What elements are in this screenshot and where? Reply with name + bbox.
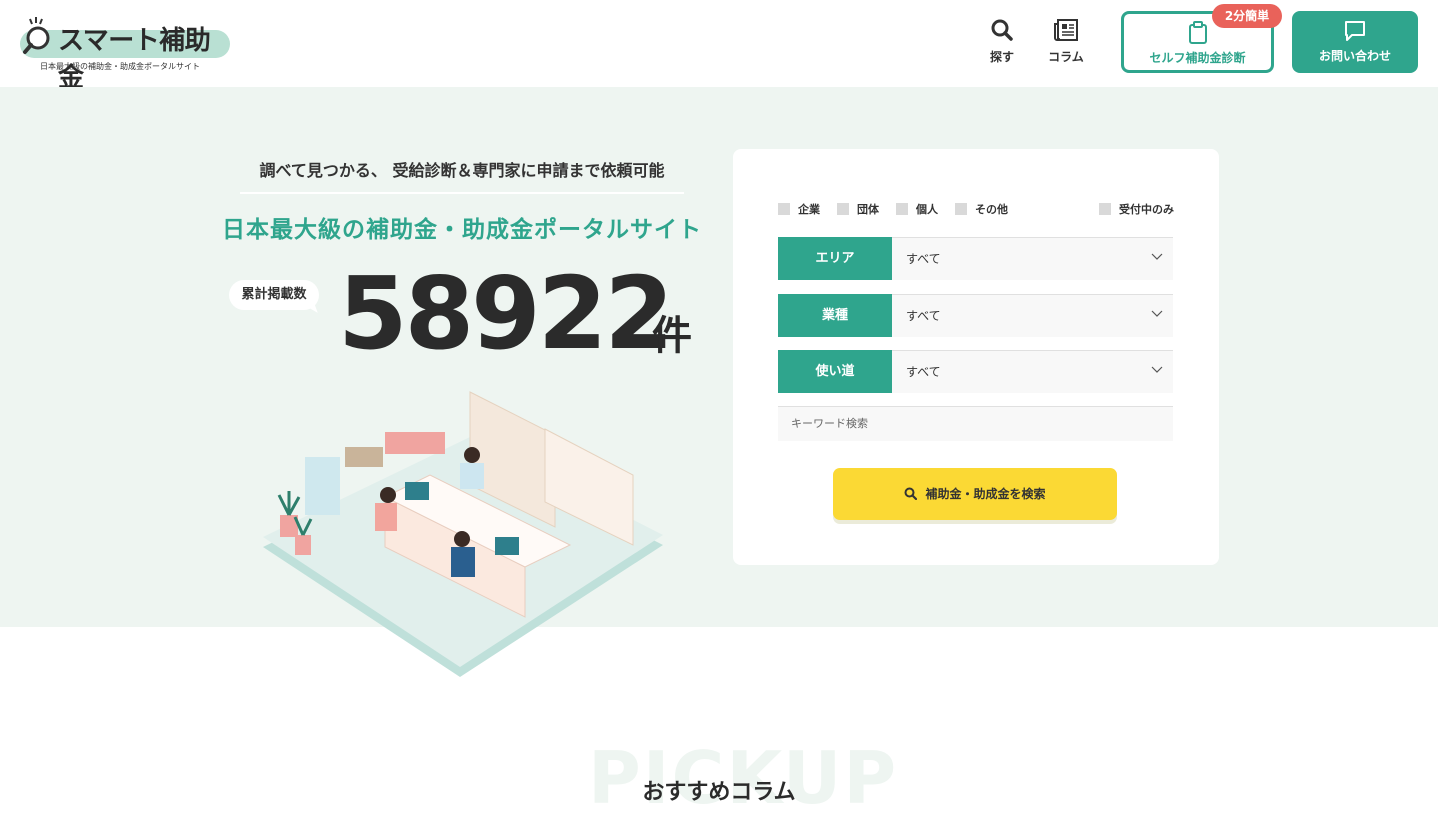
filter-tag: エリア xyxy=(778,237,892,280)
contact-button[interactable]: お問い合わせ xyxy=(1292,11,1418,73)
search-button[interactable]: 補助金・助成金を検索 xyxy=(833,468,1117,520)
checkbox-box[interactable] xyxy=(896,203,908,215)
office-illustration xyxy=(263,391,663,677)
usage-filter[interactable]: 使い道 すべて xyxy=(778,350,1173,394)
contact-label: お問い合わせ xyxy=(1318,49,1391,63)
hero-section: 調べて見つかる、 受給診断＆専門家に申請まで依頼可能 日本最大級の補助金・助成金… xyxy=(0,87,1438,677)
select-value: すべて xyxy=(906,252,941,266)
count-unit: 件 xyxy=(652,313,692,359)
section-title: おすすめコラム xyxy=(642,780,796,805)
count-value: 58922 xyxy=(338,255,674,372)
select-value: すべて xyxy=(906,365,941,379)
checkbox-organization[interactable]: 団体 xyxy=(837,201,879,217)
site-logo[interactable]: スマート補助金 日本最大級の補助金・助成金ポータルサイト xyxy=(18,14,233,93)
industry-filter[interactable]: 業種 すべて xyxy=(778,294,1173,338)
site-header: スマート補助金 日本最大級の補助金・助成金ポータルサイト 探す コラム セルフ補… xyxy=(0,0,1438,93)
chevron-down-icon xyxy=(1151,253,1163,260)
checkbox-other[interactable]: その他 xyxy=(955,201,1008,217)
select-value: すべて xyxy=(906,309,941,323)
checkbox-box[interactable] xyxy=(778,203,790,215)
logo-tagline: 日本最大級の補助金・助成金ポータルサイト xyxy=(40,62,200,71)
self-diagnosis-label: セルフ補助金診断 xyxy=(1149,51,1246,65)
clipboard-icon xyxy=(1189,21,1207,44)
checkbox-individual[interactable]: 個人 xyxy=(896,201,938,217)
nav-search-label: 探す xyxy=(989,50,1014,64)
easy-badge: 2分簡単 xyxy=(1212,4,1282,28)
search-button-label: 補助金・助成金を検索 xyxy=(925,487,1046,501)
chat-icon xyxy=(1345,21,1365,41)
chevron-down-icon xyxy=(1151,366,1163,373)
checkbox-company[interactable]: 企業 xyxy=(778,201,820,217)
checkbox-label: 企業 xyxy=(798,203,820,216)
checkbox-label: 個人 xyxy=(916,203,938,216)
hero-subtitle: 調べて見つかる、 受給診断＆専門家に申請まで依頼可能 xyxy=(259,161,665,180)
nav-column[interactable]: コラム xyxy=(1036,18,1096,65)
usage-select[interactable]: すべて xyxy=(892,350,1173,393)
checkbox-box[interactable] xyxy=(837,203,849,215)
checkbox-label: 団体 xyxy=(857,203,879,216)
hero-headline: 日本最大級の補助金・助成金ポータルサイト xyxy=(222,217,702,243)
checkbox-box[interactable] xyxy=(955,203,967,215)
search-icon xyxy=(991,19,1013,41)
area-select[interactable]: すべて xyxy=(892,237,1173,280)
area-filter[interactable]: エリア すべて xyxy=(778,237,1173,281)
search-icon xyxy=(904,487,918,500)
checkbox-label: その他 xyxy=(975,203,1008,216)
keyword-search-input[interactable]: キーワード検索 xyxy=(778,406,1173,441)
search-panel: 企業 団体 個人 その他 受付中のみ エリア すべて 業種 すべて 使い道 すべ… xyxy=(733,149,1219,565)
newspaper-icon xyxy=(1054,19,1078,41)
checkbox-box[interactable] xyxy=(1099,203,1111,215)
filter-tag: 使い道 xyxy=(778,350,892,393)
filter-tag: 業種 xyxy=(778,294,892,337)
divider xyxy=(240,192,684,194)
nav-search[interactable]: 探す xyxy=(972,18,1032,65)
nav-column-label: コラム xyxy=(1048,50,1084,64)
checkbox-label: 受付中のみ xyxy=(1119,203,1174,216)
magnifier-logo-icon xyxy=(23,17,50,54)
chevron-down-icon xyxy=(1151,310,1163,317)
industry-select[interactable]: すべて xyxy=(892,294,1173,337)
checkbox-accepting-only[interactable]: 受付中のみ xyxy=(1099,201,1174,217)
logo-text: スマート補助金 xyxy=(58,26,211,93)
